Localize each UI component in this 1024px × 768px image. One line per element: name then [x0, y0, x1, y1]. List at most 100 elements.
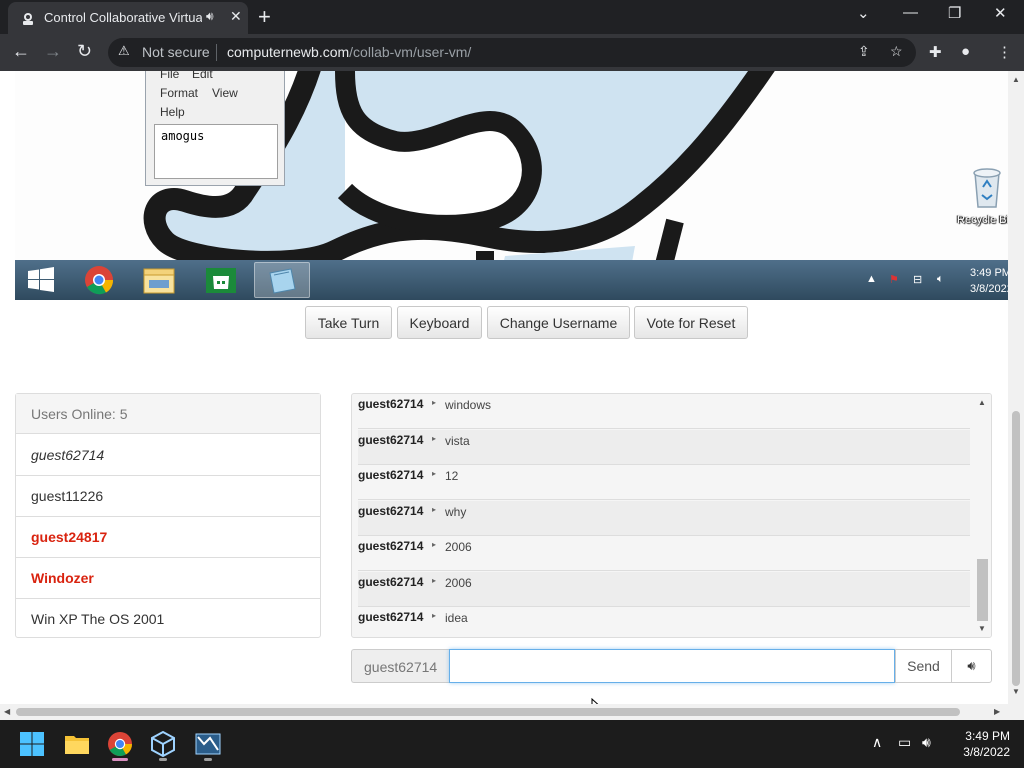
host-file-explorer[interactable] — [61, 728, 93, 760]
user-list-item[interactable]: Windozer — [16, 558, 320, 599]
chat-scroll-up-icon[interactable]: ▲ — [978, 398, 986, 407]
chat-log[interactable]: guest62714 ▸ windows guest62714 ▸ vista … — [351, 393, 992, 638]
share-icon[interactable]: ⇪ — [858, 43, 870, 60]
tab-search-icon[interactable]: ⌄ — [857, 4, 870, 22]
chat-message: guest62714 ▸ 12 — [358, 465, 970, 500]
extensions-icon[interactable]: ✚ — [929, 43, 942, 61]
host-start-button[interactable] — [16, 728, 48, 760]
chat-message-text: why — [445, 505, 467, 519]
chat-arrow-icon: ▸ — [432, 611, 437, 620]
speaker-icon[interactable]: 🔊︎ — [206, 9, 214, 24]
volume-icon[interactable]: 🔊︎ — [922, 734, 931, 751]
vote-reset-button[interactable]: Vote for Reset — [634, 306, 748, 339]
user-list-item[interactable]: guest11226 — [16, 476, 320, 517]
bookmark-star-icon[interactable]: ☆ — [890, 43, 903, 60]
chat-scroll-thumb[interactable] — [977, 559, 988, 621]
host-vista-vm[interactable] — [192, 728, 224, 761]
page-horizontal-scrollbar[interactable]: ◀ ▶ — [0, 704, 1024, 720]
back-icon[interactable]: ← — [12, 41, 30, 62]
tab-close-icon[interactable]: ✕ — [230, 8, 242, 25]
speaker-icon: 🔊︎ — [967, 658, 976, 673]
notepad-menu-view[interactable]: View — [212, 86, 238, 100]
network-icon[interactable]: ▭ — [898, 734, 911, 751]
minimize-icon[interactable]: — — [903, 4, 918, 21]
vm-taskbar-explorer[interactable] — [131, 262, 187, 298]
user-list-item[interactable]: Win XP The OS 2001 — [16, 599, 320, 640]
chat-message: guest62714 ▸ windows — [358, 394, 970, 429]
restore-icon[interactable]: ❐ — [948, 4, 961, 22]
vm-clock-time: 3:49 PM — [970, 267, 1008, 279]
chat-scroll-down-icon[interactable]: ▼ — [978, 624, 986, 633]
notepad-menu-format[interactable]: Format — [160, 86, 198, 100]
profile-icon[interactable]: ● — [961, 43, 970, 60]
tray-overflow-chevron-icon[interactable]: ∧ — [872, 734, 882, 751]
warning-icon[interactable]: ⚠ — [118, 43, 130, 59]
user-list-item[interactable]: guest24817 — [16, 517, 320, 558]
vm-taskbar-chrome[interactable] — [71, 262, 127, 298]
collabvm-favicon-icon — [23, 13, 33, 25]
reload-icon[interactable]: ↻ — [77, 41, 92, 62]
chat-arrow-icon: ▸ — [432, 434, 437, 443]
close-window-icon[interactable]: ✕ — [994, 4, 1007, 22]
change-username-button[interactable]: Change Username — [487, 306, 630, 339]
scroll-left-icon[interactable]: ◀ — [4, 707, 10, 716]
windows11-logo-icon — [20, 732, 44, 756]
vm-tray-chevron-icon[interactable]: ▲ — [866, 273, 877, 285]
host-chrome[interactable] — [104, 728, 136, 761]
send-button[interactable]: Send — [895, 649, 952, 683]
notepad-icon — [269, 268, 296, 294]
chat-arrow-icon: ▸ — [432, 505, 437, 514]
chat-message-user: guest62714 — [358, 504, 424, 518]
notepad-text: amogus — [161, 129, 205, 143]
chat-message: guest62714 ▸ vista — [358, 430, 970, 465]
chat-username-addon: guest62714 — [351, 649, 449, 683]
active-app-indicator — [112, 758, 128, 761]
scroll-up-icon[interactable]: ▲ — [1012, 75, 1020, 84]
vm-display[interactable]: File Edit Format View Help amogus Recycl… — [15, 71, 1008, 300]
scroll-right-icon[interactable]: ▶ — [994, 707, 1000, 716]
vm-action-center-icon[interactable]: ⚑ — [889, 273, 899, 286]
url-text[interactable]: computernewb.com/collab-vm/user-vm/ — [227, 44, 471, 60]
chat-scrollbar[interactable]: ▲ ▼ — [974, 394, 991, 637]
user-name: guest62714 — [31, 447, 105, 463]
users-online-header: Users Online: 5 — [16, 394, 320, 434]
notepad-window[interactable]: File Edit Format View Help amogus — [145, 71, 285, 186]
vm-clock[interactable]: 3:49 PM 3/8/2022 — [970, 265, 1008, 297]
vm-taskbar-notepad[interactable] — [254, 262, 310, 298]
chrome-icon — [85, 266, 114, 295]
users-online-count: Users Online: 5 — [31, 406, 128, 422]
page-hscroll-thumb[interactable] — [16, 708, 960, 716]
chat-message-input[interactable] — [449, 649, 895, 683]
user-list-item[interactable]: guest62714 — [16, 435, 320, 476]
notepad-menu-help[interactable]: Help — [160, 105, 185, 119]
host-clock[interactable]: 3:49 PM 3/8/2022 — [950, 728, 1010, 760]
notepad-menu-file[interactable]: File — [160, 71, 179, 81]
vm-taskbar: ▲ ⚑ ⊟ 🔈︎ 3:49 PM 3/8/2022 — [15, 260, 1008, 300]
browser-tab[interactable]: Control Collaborative Virtual Machine 🔊︎… — [8, 2, 248, 34]
new-tab-button[interactable]: + — [258, 4, 271, 30]
vm-taskbar-store[interactable] — [193, 262, 249, 298]
chat-message-user: guest62714 — [358, 539, 424, 553]
vm-network-icon[interactable]: ⊟ — [913, 273, 922, 286]
page-scroll-thumb[interactable] — [1012, 411, 1020, 686]
mute-button[interactable]: 🔊︎ — [951, 649, 992, 683]
address-bar[interactable]: ⚠ Not secure computernewb.com/collab-vm/… — [108, 38, 916, 67]
vm-start-button[interactable] — [15, 262, 71, 298]
scroll-down-icon[interactable]: ▼ — [1012, 687, 1020, 696]
recycle-bin-desktop-icon[interactable]: Recycle Bin — [957, 161, 1008, 231]
host-virtualbox[interactable] — [147, 728, 179, 761]
notepad-menu-edit[interactable]: Edit — [192, 71, 213, 81]
forward-icon[interactable]: → — [44, 41, 62, 62]
page-vertical-scrollbar[interactable]: ▲ ▼ — [1008, 71, 1024, 704]
chat-message: guest62714 ▸ idea — [358, 607, 970, 637]
notepad-text-area[interactable]: amogus — [154, 124, 278, 179]
vm-volume-muted-icon[interactable]: 🔈︎ — [937, 273, 944, 286]
menu-kebab-icon[interactable]: ⋮ — [997, 43, 1012, 61]
user-name: Win XP The OS 2001 — [31, 611, 165, 627]
take-turn-button[interactable]: Take Turn — [305, 306, 392, 339]
keyboard-button[interactable]: Keyboard — [397, 306, 482, 339]
not-secure-label[interactable]: Not secure — [142, 44, 210, 60]
user-name: guest11226 — [31, 488, 104, 504]
chat-message-user: guest62714 — [358, 575, 424, 589]
host-taskbar: ∧ ▭ 🔊︎ 3:49 PM 3/8/2022 — [0, 720, 1024, 768]
